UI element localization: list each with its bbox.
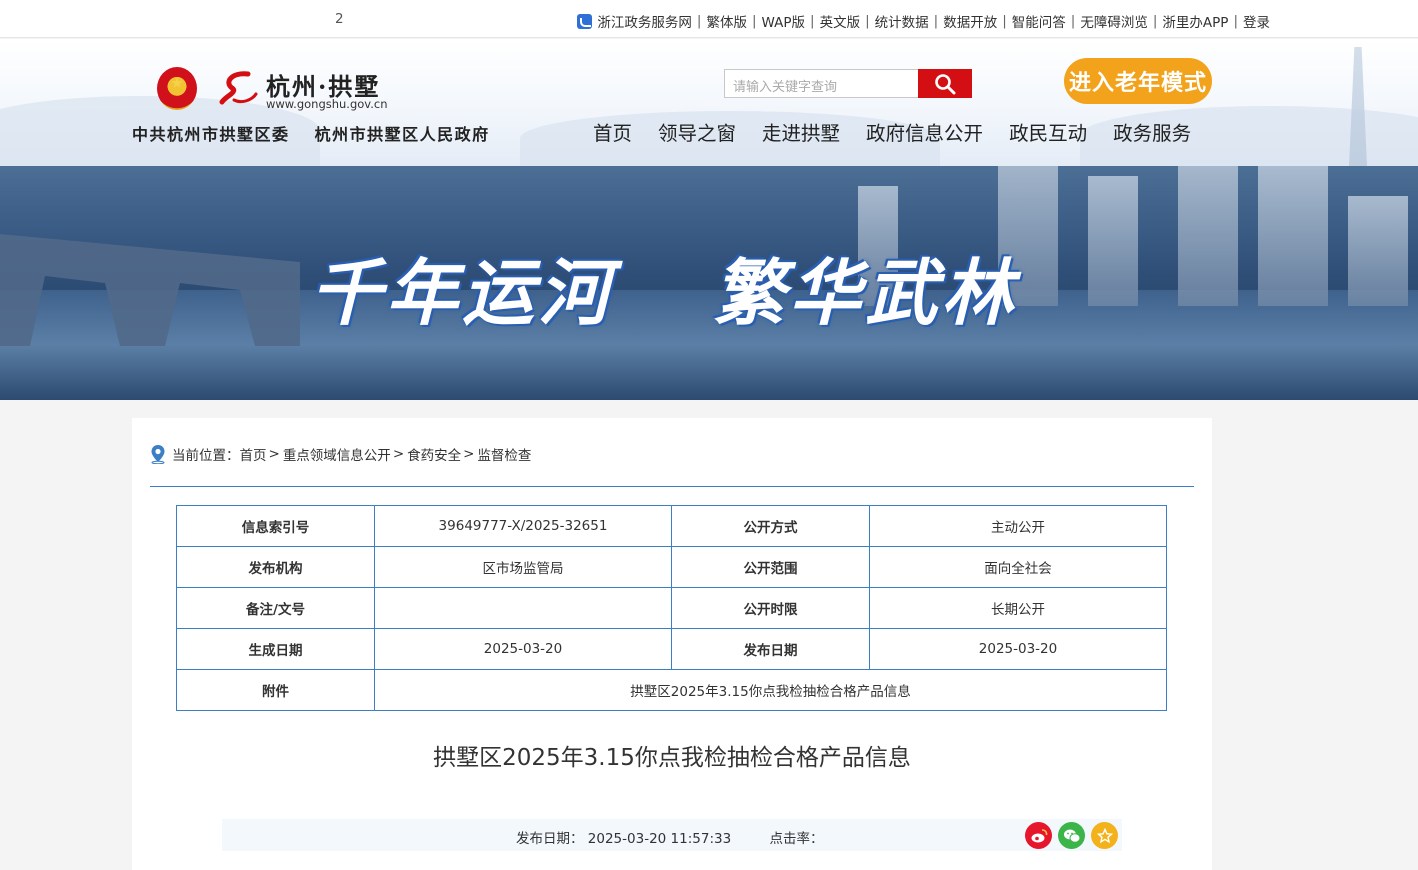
published-date-label: 发布日期 [671, 628, 870, 670]
hits-label: 点击率： [769, 831, 824, 847]
link-wap[interactable]: WAP版 [762, 11, 806, 31]
remark-value [374, 587, 672, 629]
breadcrumb-separator: > [392, 446, 405, 462]
nav-gov-services[interactable]: 政务服务 [1113, 117, 1191, 146]
org-government: 杭州市拱墅区人民政府 [314, 125, 490, 144]
remark-label: 备注/文号 [176, 587, 375, 629]
index-label: 信息索引号 [176, 505, 375, 547]
add-favorite-button[interactable] [1091, 822, 1118, 849]
nav-leaders[interactable]: 领导之窗 [658, 117, 736, 146]
wechat-icon [1063, 829, 1080, 843]
slogan-right: 繁华武林 [713, 250, 1018, 335]
breadcrumb-prefix: 当前位置： [172, 448, 240, 464]
link-traditional-chinese[interactable]: 繁体版 [706, 11, 747, 31]
weibo-icon [1031, 828, 1047, 842]
site-url: www.gongshu.gov.cn [266, 97, 388, 111]
top-links: 浙江政务服务网 | 繁体版 | WAP版 | 英文版 | 统计数据 | 数据开放 | 智能问… [577, 11, 1270, 31]
content-panel: 当前位置： 首页 > 重点领域信息公开 > 食药安全 > 监督检查 信息索引号 396… [132, 418, 1212, 870]
separator: | [865, 13, 870, 29]
attachment-label: 附件 [176, 669, 375, 711]
main-navigation: 首页 领导之窗 走进拱墅 政府信息公开 政民互动 政务服务 [593, 117, 1217, 146]
location-pin-icon [151, 445, 165, 464]
breadcrumb-separator: > [463, 446, 475, 462]
published-date-value: 2025-03-20 [869, 628, 1167, 670]
agency-label: 发布机构 [176, 546, 375, 588]
page-number: 2 [335, 11, 344, 27]
link-open-data[interactable]: 数据开放 [943, 11, 997, 31]
separator: | [751, 13, 757, 29]
slogan-left: 千年运河 [310, 250, 615, 335]
separator: | [696, 13, 702, 29]
link-zhejiang-service[interactable]: 浙江政务服务网 [597, 11, 692, 31]
scope-value: 面向全社会 [869, 546, 1167, 588]
separator: | [1002, 13, 1007, 29]
publish-date: 发布日期： 2025-03-20 11:57:33 [516, 831, 732, 847]
breadcrumb-home[interactable]: 首页 [240, 444, 267, 464]
table-row: 生成日期 2025-03-20 发布日期 2025-03-20 [176, 628, 1167, 670]
breadcrumb: 当前位置： 首页 > 重点领域信息公开 > 食药安全 > 监督检查 [150, 444, 531, 464]
breadcrumb-separator: > [268, 446, 280, 462]
search-icon [935, 73, 956, 94]
nav-about-gongshu[interactable]: 走进拱墅 [762, 117, 840, 146]
term-value: 长期公开 [869, 587, 1167, 629]
link-statistics[interactable]: 统计数据 [875, 11, 929, 31]
separator: | [1152, 13, 1158, 29]
term-label: 公开时限 [671, 587, 870, 629]
organization-names: 中共杭州市拱墅区委 杭州市拱墅区人民政府 [132, 121, 490, 145]
banner-slogan: 千年运河 繁华武林 [310, 234, 1017, 339]
building [1178, 166, 1238, 306]
separator: | [1233, 13, 1238, 29]
method-value: 主动公开 [869, 505, 1167, 547]
separator: | [1070, 13, 1076, 29]
national-emblem-icon [157, 67, 197, 110]
info-disclosure-table: 信息索引号 39649777-X/2025-32651 公开方式 主动公开 发布… [176, 505, 1167, 711]
article-title: 拱墅区2025年3.15你点我检抽检合格产品信息 [433, 745, 911, 771]
attachment-link[interactable]: 拱墅区2025年3.15你点我检抽检合格产品信息 [374, 669, 1167, 711]
separator: | [933, 13, 939, 29]
building [1258, 166, 1328, 306]
gongshu-logo-icon[interactable] [218, 68, 258, 108]
table-row: 信息索引号 39649777-X/2025-32651 公开方式 主动公开 [176, 505, 1167, 547]
search-input[interactable]: 请输入关键字查询 [724, 69, 919, 98]
nav-interaction[interactable]: 政民互动 [1009, 117, 1087, 146]
link-login[interactable]: 登录 [1243, 11, 1270, 31]
article-meta: 发布日期： 2025-03-20 11:57:33 点击率： [516, 827, 823, 847]
created-date-value: 2025-03-20 [374, 628, 672, 670]
star-icon [1096, 827, 1113, 843]
share-weibo-button[interactable] [1025, 822, 1052, 849]
breadcrumb-key-areas[interactable]: 重点领域信息公开 [283, 444, 391, 464]
table-row: 备注/文号 公开时限 长期公开 [176, 587, 1167, 629]
building [1348, 196, 1408, 306]
share-wechat-button[interactable] [1058, 822, 1085, 849]
scope-label: 公开范围 [671, 546, 870, 588]
link-zheliban-app[interactable]: 浙里办APP [1162, 11, 1228, 31]
search-button[interactable] [918, 69, 972, 98]
site-header: 杭州·拱墅 www.gongshu.gov.cn 中共杭州市拱墅区委 杭州市拱墅… [0, 39, 1418, 166]
org-party-committee: 中共杭州市拱墅区委 [132, 125, 290, 144]
separator: | [810, 13, 815, 29]
link-accessibility[interactable]: 无障碍浏览 [1080, 11, 1148, 31]
elder-mode-button[interactable]: 进入老年模式 [1064, 58, 1212, 104]
table-row: 附件 拱墅区2025年3.15你点我检抽检合格产品信息 [176, 669, 1167, 711]
article-meta-bar: 发布日期： 2025-03-20 11:57:33 点击率： [222, 819, 1122, 851]
index-value: 39649777-X/2025-32651 [374, 505, 672, 547]
nav-gov-info[interactable]: 政府信息公开 [866, 117, 983, 146]
method-label: 公开方式 [671, 505, 870, 547]
top-utility-bar: 2 浙江政务服务网 | 繁体版 | WAP版 | 英文版 | 统计数据 | 数据开放 | 智… [0, 0, 1418, 38]
created-date-label: 生成日期 [176, 628, 375, 670]
building [1088, 176, 1138, 306]
breadcrumb-inspection[interactable]: 监督检查 [477, 444, 531, 464]
link-english[interactable]: 英文版 [820, 11, 861, 31]
hero-banner: 千年运河 繁华武林 [0, 166, 1418, 400]
table-row: 发布机构 区市场监管局 公开范围 面向全社会 [176, 546, 1167, 588]
zhejiang-service-icon [577, 13, 593, 29]
nav-home[interactable]: 首页 [593, 117, 632, 146]
breadcrumb-food-drug[interactable]: 食药安全 [407, 444, 461, 464]
breadcrumb-divider [150, 486, 1194, 487]
link-smart-qa[interactable]: 智能问答 [1012, 11, 1066, 31]
agency-value: 区市场监管局 [374, 546, 672, 588]
